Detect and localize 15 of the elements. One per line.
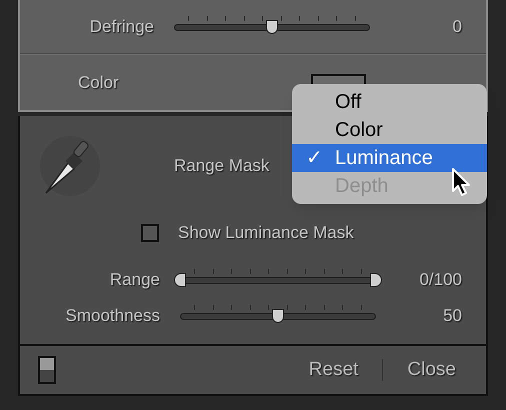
show-mask-label: Show Luminance Mask <box>178 222 354 244</box>
color-label: Color <box>78 72 119 94</box>
footer-button[interactable]: Close <box>395 352 468 388</box>
defringe-value: 0 <box>452 16 462 38</box>
slider-label: Smoothness <box>64 305 160 328</box>
slider-label: Range <box>108 269 160 292</box>
range-mask-label: Range Mask <box>174 155 270 178</box>
slider-value: 50 <box>443 305 462 328</box>
slider-value: 0/100 <box>419 269 462 292</box>
defringe-label: Defringe <box>88 16 154 38</box>
menu-item[interactable]: Color <box>292 116 487 144</box>
menu-item[interactable]: Off <box>292 88 487 116</box>
footer-button[interactable]: Reset <box>296 352 370 388</box>
menu-item[interactable]: ✓ Luminance <box>292 144 487 172</box>
check-mark: ✓ <box>306 146 323 171</box>
